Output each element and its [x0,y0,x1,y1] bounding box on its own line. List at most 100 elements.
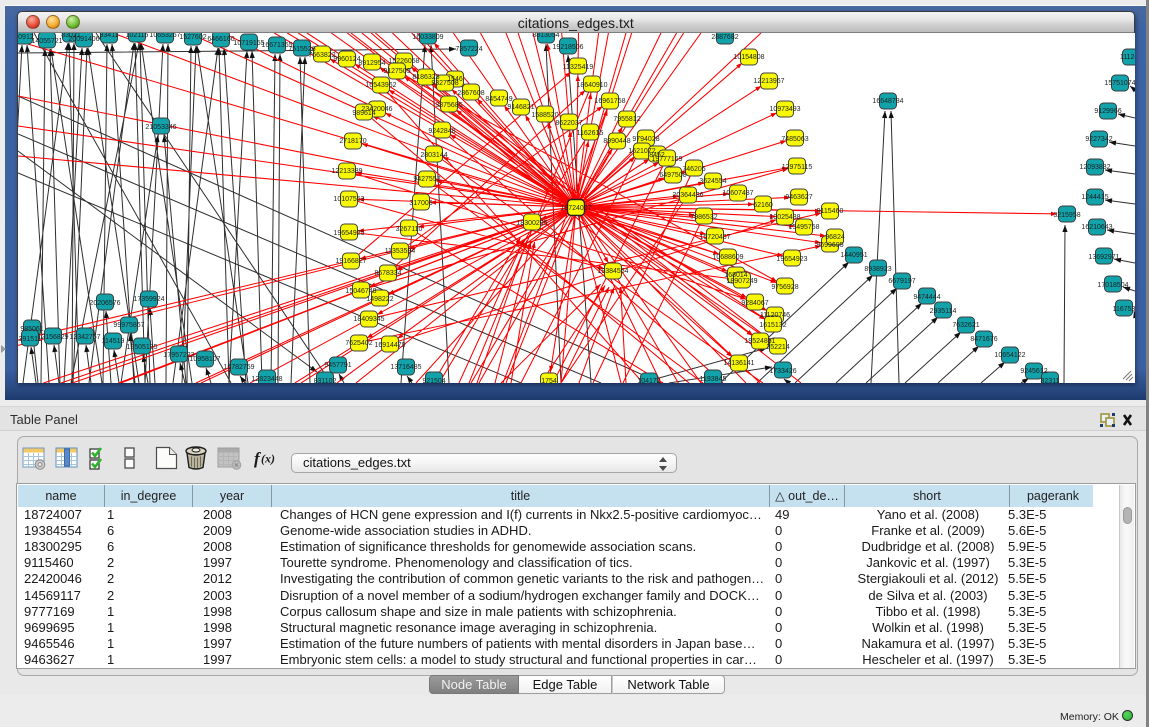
svg-text:20206576: 20206576 [89,300,120,307]
svg-text:19384554: 19384554 [597,268,628,275]
svg-text:62160: 62160 [753,202,773,209]
svg-text:13692971: 13692971 [1088,254,1119,261]
svg-text:16648784: 16648784 [872,98,903,105]
svg-text:6679197: 6679197 [888,278,915,285]
svg-text:16914479: 16914479 [374,342,405,349]
svg-text:18409345: 18409345 [353,316,384,323]
svg-text:9427552: 9427552 [413,176,440,183]
svg-text:12156829: 12156829 [37,334,68,341]
svg-text:114519: 114519 [102,338,125,345]
svg-text:3267110: 3267110 [396,226,423,233]
svg-text:985061: 985061 [20,326,43,333]
svg-text:17359924: 17359924 [133,296,164,303]
svg-text:96824: 96824 [825,234,845,241]
svg-text:8454749: 8454749 [485,96,512,103]
svg-text:15046748: 15046748 [345,288,376,295]
svg-text:2935114: 2935114 [930,308,957,315]
svg-text:12975115: 12975115 [782,164,813,171]
svg-text:9699695: 9699695 [816,242,843,249]
svg-text:20091406: 20091406 [68,36,99,43]
svg-text:7357224: 7357224 [455,46,482,53]
svg-text:12093832: 12093832 [1079,164,1110,171]
svg-text:2887682: 2887682 [711,34,738,41]
svg-text:9129966: 9129966 [1094,108,1121,115]
svg-text:10973493: 10973493 [769,106,800,113]
svg-text:82311: 82311 [1041,378,1060,383]
svg-text:9960124: 9960124 [333,56,360,63]
svg-text:989614: 989614 [352,110,375,117]
svg-text:12505135: 12505135 [126,344,157,351]
svg-text:9756928: 9756928 [771,284,798,291]
svg-text:8938923: 8938923 [864,266,891,273]
svg-text:2867608: 2867608 [457,90,484,97]
svg-text:2803144: 2803144 [420,152,447,159]
svg-text:8990448: 8990448 [603,138,630,145]
svg-text:13716485: 13716485 [390,364,421,371]
svg-text:111245: 111245 [1120,54,1135,61]
svg-text:104172: 104172 [637,378,660,383]
svg-text:20364436: 20364436 [672,192,703,199]
svg-text:8813054: 8813054 [532,33,559,39]
svg-text:3624554: 3624554 [699,178,726,185]
svg-text:6466160: 6466160 [207,36,234,43]
svg-text:16782759: 16782759 [223,364,254,371]
svg-text:19777169: 19777169 [651,156,682,163]
svg-text:102115: 102115 [126,33,149,39]
svg-text:19166827: 19166827 [335,258,366,265]
svg-text:7955812: 7955812 [613,116,640,123]
svg-text:16961758: 16961758 [594,98,625,105]
svg-text:18724007: 18724007 [560,205,591,212]
svg-text:10654122: 10654122 [994,352,1025,359]
svg-text:9463627: 9463627 [785,194,812,201]
svg-text:9242848: 9242848 [428,128,455,135]
svg-text:21053346: 21053346 [145,124,176,131]
svg-text:252214: 252214 [766,344,789,351]
svg-text:10154808: 10154808 [733,54,764,61]
svg-text:10607487: 10607487 [722,190,753,197]
svg-text:1733426: 1733426 [769,368,796,375]
svg-text:11353594: 11353594 [385,248,416,255]
svg-text:16033809: 16033809 [412,34,443,41]
svg-text:16210643: 16210643 [1081,224,1112,231]
svg-text:8912954: 8912954 [358,60,385,67]
svg-text:9115460: 9115460 [817,208,844,215]
svg-text:12823448: 12823448 [251,376,282,383]
svg-text:1244415: 1244415 [1081,194,1108,201]
svg-text:6497508: 6497508 [659,172,686,179]
svg-text:3875685: 3875685 [435,102,462,109]
svg-text:8471676: 8471676 [970,336,997,343]
svg-text:10688609: 10688609 [712,254,743,261]
svg-text:10958107: 10958107 [189,356,220,363]
svg-text:17018504: 17018504 [1097,282,1128,289]
svg-text:99975867: 99975867 [113,322,144,329]
svg-text:10107553: 10107553 [333,196,364,203]
svg-text:11325419: 11325419 [563,64,594,71]
svg-text:18907249: 18907249 [726,278,757,285]
svg-text:14055721: 14055721 [31,38,62,45]
svg-text:1162615: 1162615 [577,130,604,137]
svg-text:93411: 93411 [100,33,119,39]
svg-text:15226058: 15226058 [388,58,419,65]
svg-text:18640910: 18640910 [576,82,607,89]
svg-text:10653267: 10653267 [149,33,180,39]
svg-text:921504: 921504 [422,378,445,383]
svg-text:8678334: 8678334 [374,270,401,277]
svg-text:19218506: 19218506 [552,44,583,51]
svg-text:12213389: 12213389 [331,168,362,175]
svg-text:19654925: 19654925 [333,230,364,237]
svg-text:7625402: 7625402 [345,340,372,347]
svg-text:1193845: 1193845 [700,376,727,383]
svg-text:1440951: 1440951 [840,252,867,259]
svg-text:9245612: 9245612 [1020,368,1047,375]
svg-text:7515526: 7515526 [288,46,315,53]
svg-text:1615132: 1615132 [759,322,786,329]
svg-text:7986532: 7986532 [690,214,717,221]
svg-text:7632621: 7632621 [952,322,979,329]
svg-text:3215958: 3215958 [1053,212,1080,219]
svg-text:1754: 1754 [541,378,557,383]
svg-text:7663822: 7663822 [308,52,335,59]
svg-text:2718170: 2718170 [339,138,366,145]
svg-text:9327508: 9327508 [431,80,458,87]
svg-text:10543962: 10543962 [365,82,396,89]
svg-text:9146821: 9146821 [507,104,534,111]
